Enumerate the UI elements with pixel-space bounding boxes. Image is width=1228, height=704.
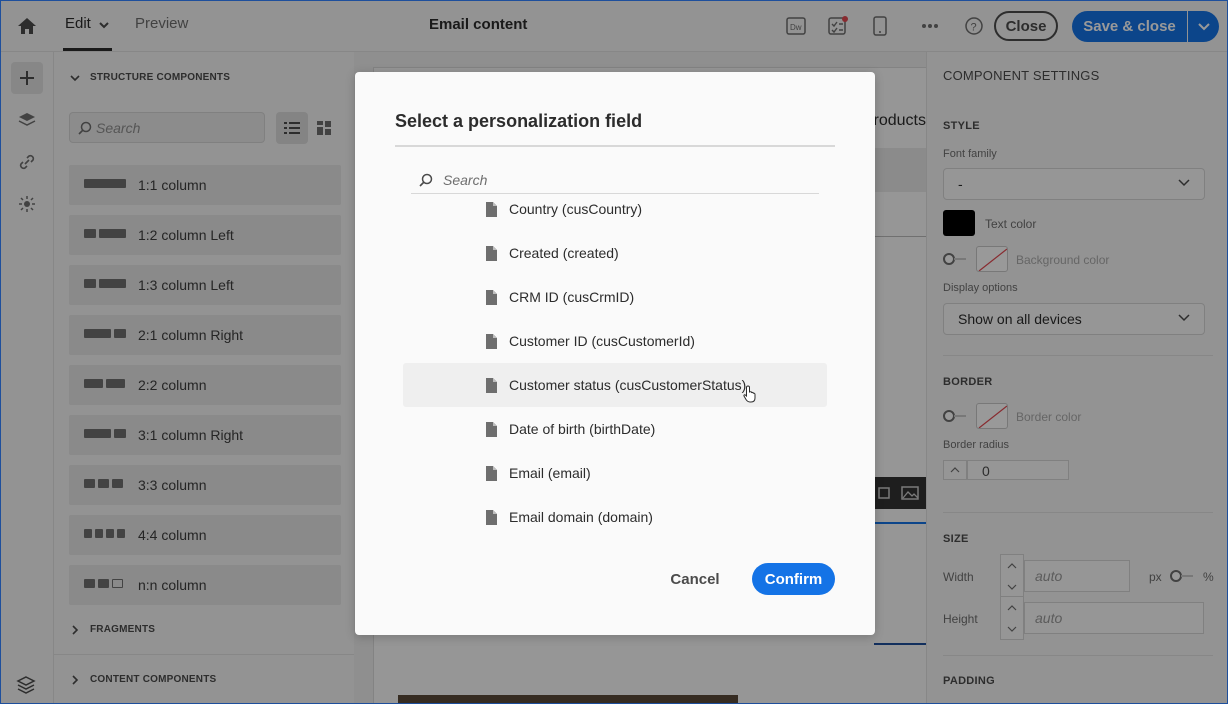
list-item[interactable]: Date of birth (birthDate)	[403, 407, 827, 451]
document-icon	[486, 246, 497, 261]
divider	[395, 145, 835, 147]
document-icon	[486, 510, 497, 525]
field-label: Email domain (domain)	[509, 509, 653, 525]
field-label: CRM ID (cusCrmID)	[509, 289, 635, 305]
document-icon	[486, 422, 497, 437]
document-icon	[486, 290, 497, 305]
hand-cursor-icon	[743, 385, 756, 403]
confirm-button[interactable]: Confirm	[752, 563, 835, 595]
field-search-input[interactable]	[441, 170, 805, 189]
document-icon	[486, 378, 497, 393]
list-item-hovered[interactable]: Customer status (cusCustomerStatus)	[403, 363, 827, 407]
document-icon	[486, 466, 497, 481]
document-icon	[486, 334, 497, 349]
cancel-button[interactable]: Cancel	[659, 563, 731, 595]
field-label: Email (email)	[509, 465, 591, 481]
dialog-title: Select a personalization field	[395, 111, 643, 131]
list-item[interactable]: Country (cusCountry)	[403, 187, 827, 231]
list-item[interactable]: Email (email)	[403, 451, 827, 495]
field-label: Country (cusCountry)	[509, 201, 643, 217]
document-icon	[486, 202, 497, 217]
personalization-field-dialog: Select a personalization field Country (…	[355, 72, 875, 635]
list-item[interactable]: Customer ID (cusCustomerId)	[403, 319, 827, 363]
list-item[interactable]: Created (created)	[403, 231, 827, 275]
field-label: Customer status (cusCustomerStatus)	[509, 377, 747, 393]
search-icon	[419, 173, 433, 187]
field-label: Customer ID (cusCustomerId)	[509, 333, 695, 349]
list-item[interactable]: Email domain (domain)	[403, 495, 827, 539]
field-list: Country (cusCountry) Created (created) C…	[403, 187, 827, 539]
app-window: Edit Preview Email content Dw ? Close Sa…	[0, 0, 1228, 704]
field-label: Date of birth (birthDate)	[509, 421, 656, 437]
list-item[interactable]: CRM ID (cusCrmID)	[403, 275, 827, 319]
field-label: Created (created)	[509, 245, 619, 261]
